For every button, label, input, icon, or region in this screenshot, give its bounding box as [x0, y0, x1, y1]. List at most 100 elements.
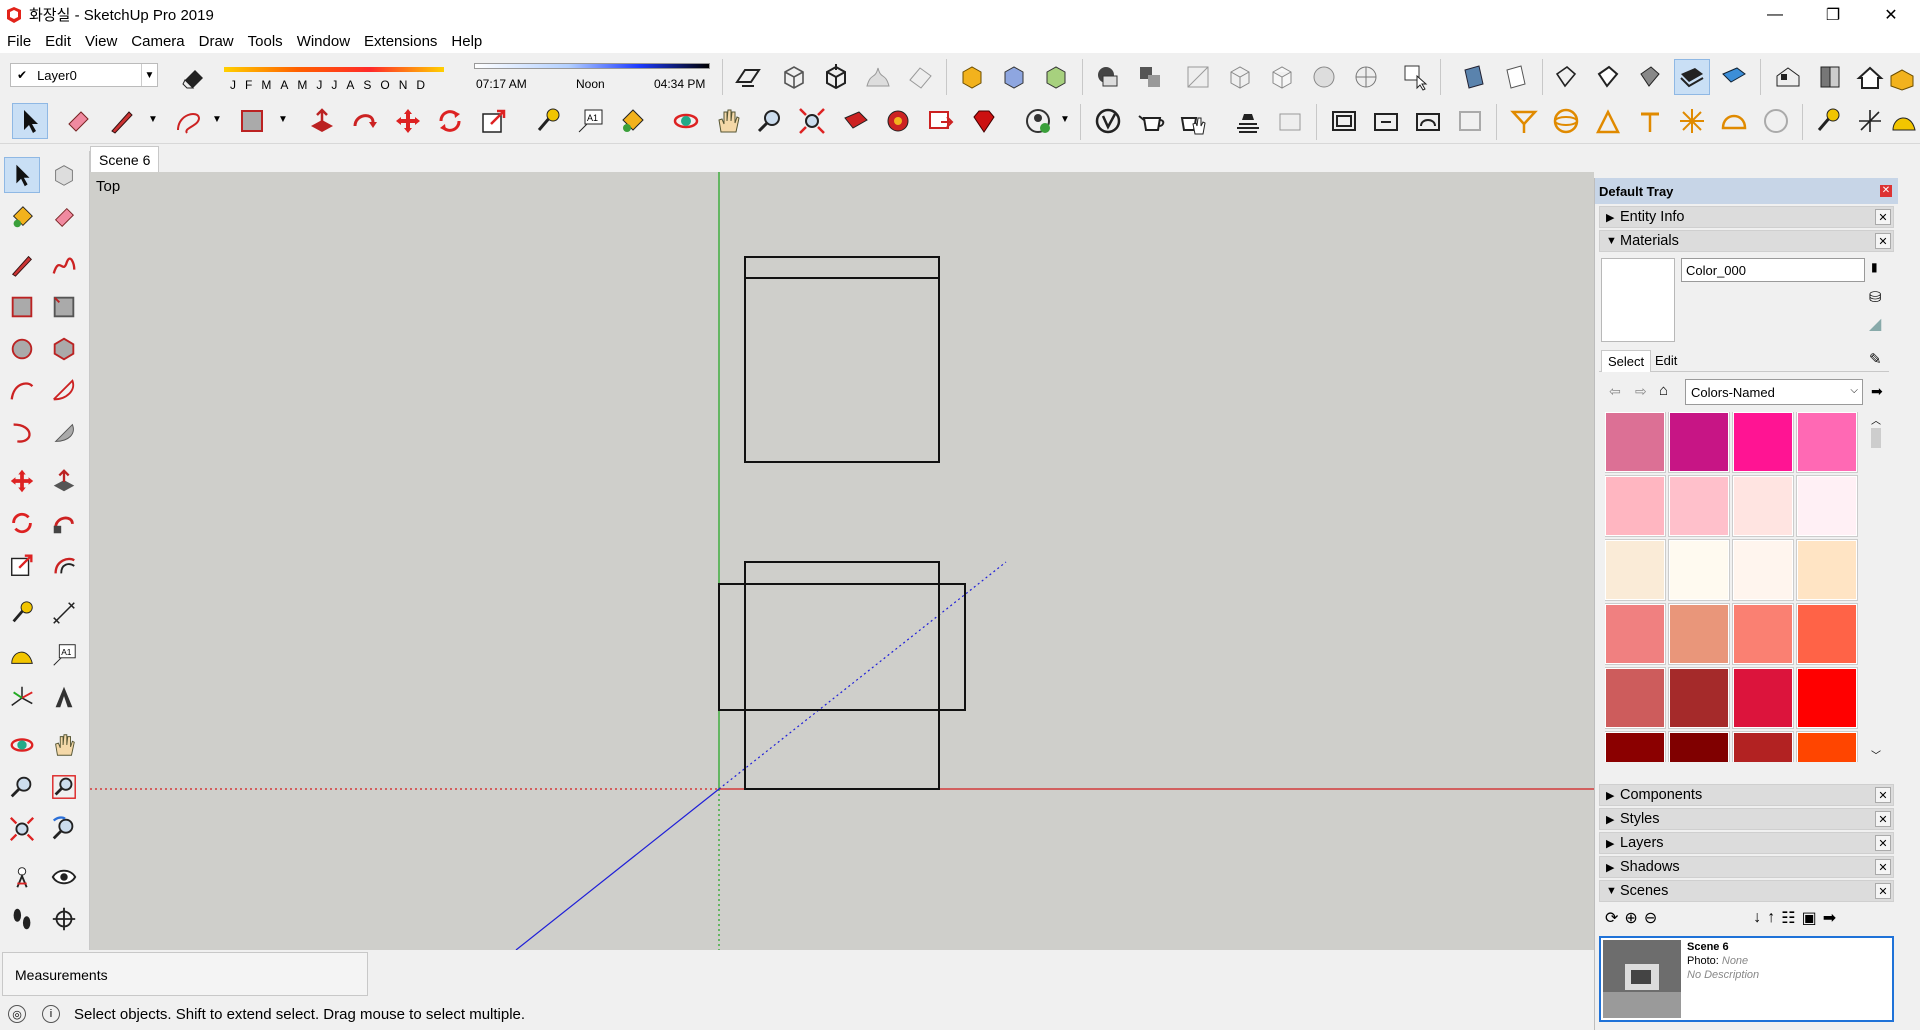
rect-light-button[interactable]	[1326, 103, 1362, 139]
home-icon[interactable]: ⌂	[1659, 382, 1668, 399]
text-tool-button[interactable]: A1	[572, 103, 608, 139]
frame-buffer-button[interactable]	[1230, 103, 1266, 139]
material-swatch[interactable]	[1605, 667, 1666, 729]
render-button[interactable]	[1134, 103, 1170, 139]
material-swatch[interactable]	[1668, 603, 1730, 665]
material-swatch[interactable]	[1732, 603, 1794, 665]
rotate-tool-button[interactable]	[432, 103, 468, 139]
panel-close-icon[interactable]: ✕	[1875, 883, 1891, 899]
face-style-button[interactable]	[1498, 59, 1534, 95]
panel-scenes[interactable]: ▼ Scenes ✕	[1599, 880, 1894, 902]
spot-light-button[interactable]	[1506, 103, 1542, 139]
push-pull-tool-button[interactable]	[304, 103, 340, 139]
scroll-up-icon[interactable]: ︿	[1871, 412, 1881, 427]
pie-tool[interactable]	[46, 415, 82, 451]
move-scene-down-icon[interactable]: ↓	[1753, 909, 1761, 927]
zoom-tool-button[interactable]	[752, 103, 788, 139]
scale-tool-button[interactable]	[476, 103, 512, 139]
3d-text-tool[interactable]	[46, 679, 82, 715]
zoom-tool[interactable]	[4, 769, 40, 805]
move-tool-button[interactable]	[390, 103, 426, 139]
material-swatch[interactable]	[1605, 603, 1666, 665]
menu-view[interactable]: View	[78, 33, 124, 50]
back-edges-button[interactable]	[1456, 59, 1492, 95]
menu-edit[interactable]: Edit	[38, 33, 78, 50]
paint-bucket-tool-button[interactable]	[614, 103, 650, 139]
shaded-style-button[interactable]	[1306, 59, 1342, 95]
window-light-button[interactable]	[1368, 103, 1404, 139]
arc-tool-button[interactable]	[170, 103, 206, 139]
textured-style-button[interactable]	[1348, 59, 1384, 95]
chevron-down-icon[interactable]: ▼	[148, 114, 158, 125]
zoom-window-tool[interactable]	[46, 769, 82, 805]
3-point-arc-tool[interactable]	[4, 415, 40, 451]
layer-dropdown[interactable]: ✔ Layer0 ▼	[10, 63, 158, 87]
batch-render-button[interactable]	[1272, 103, 1308, 139]
scroll-down-icon[interactable]: ﹀	[1871, 747, 1881, 762]
geolocation-icon[interactable]: ◎	[8, 1005, 26, 1023]
iso-view-button[interactable]	[776, 59, 812, 95]
monochrome-style-button[interactable]	[1398, 59, 1434, 95]
panel-styles[interactable]: ▶ Styles ✕	[1599, 808, 1894, 830]
rotate-tool[interactable]	[4, 505, 40, 541]
tape-measure-tool-button[interactable]	[530, 103, 566, 139]
restore-button[interactable]: ❐	[1804, 0, 1862, 29]
xray-style-button[interactable]	[1180, 59, 1216, 95]
eraser-tool-button[interactable]	[60, 103, 96, 139]
depth-cue-button[interactable]	[1632, 59, 1668, 95]
material-swatch[interactable]	[1796, 412, 1858, 473]
panel-close-icon[interactable]: ✕	[1875, 835, 1891, 851]
vray-button[interactable]	[1090, 103, 1126, 139]
rectangle-tool[interactable]	[4, 289, 40, 325]
line-tool[interactable]	[4, 247, 40, 283]
extension-button[interactable]	[1674, 59, 1710, 95]
shadow-date-slider[interactable]: J F M A M J J A S O N D	[224, 61, 454, 95]
back-arrow-icon[interactable]: ⇦	[1609, 383, 1621, 400]
wireframe-style-button[interactable]	[1222, 59, 1258, 95]
solid-union-button[interactable]	[954, 59, 990, 95]
make-component-tool[interactable]	[46, 157, 82, 193]
material-swatch[interactable]	[1668, 539, 1730, 601]
eyedropper-icon[interactable]: ✎	[1869, 350, 1882, 368]
scroll-thumb[interactable]	[1871, 428, 1881, 448]
swatch-scrollbar[interactable]: ︿ ﹀	[1869, 412, 1883, 762]
material-swatch[interactable]	[1732, 475, 1794, 537]
tab-edit[interactable]: Edit	[1649, 350, 1683, 372]
solid-subtract-button[interactable]	[1038, 59, 1074, 95]
panel-close-icon[interactable]: ✕	[1875, 233, 1891, 249]
menu-extensions[interactable]: Extensions	[357, 33, 444, 50]
arc-tool[interactable]	[4, 373, 40, 409]
panel-close-icon[interactable]: ✕	[1875, 787, 1891, 803]
interactive-render-button[interactable]	[1174, 103, 1210, 139]
hidden-line-style-button[interactable]	[1264, 59, 1300, 95]
panel-materials[interactable]: ▼ Materials ✕	[1599, 230, 1894, 252]
material-swatch[interactable]	[1732, 667, 1794, 729]
panel-shadows[interactable]: ▶ Shadows ✕	[1599, 856, 1894, 878]
refresh-icon[interactable]: ⟳	[1605, 908, 1618, 928]
rotated-rectangle-tool[interactable]	[46, 289, 82, 325]
share-model-button[interactable]	[922, 103, 958, 139]
ies-light-button[interactable]	[1632, 103, 1668, 139]
dome-light-button[interactable]	[1410, 103, 1446, 139]
sphere-light-button[interactable]	[1548, 103, 1584, 139]
material-swatch[interactable]	[1668, 475, 1730, 537]
sandbox-button[interactable]	[902, 59, 938, 95]
material-swatch[interactable]	[1796, 539, 1858, 601]
chevron-down-icon[interactable]: ▼	[1060, 114, 1070, 125]
layer-manager-button[interactable]	[176, 59, 212, 95]
axes-tool[interactable]	[4, 679, 40, 715]
tab-select[interactable]: Select	[1601, 350, 1652, 372]
material-swatch[interactable]	[1605, 539, 1666, 601]
scale-tool[interactable]	[4, 547, 40, 583]
select-tool-button[interactable]	[12, 103, 48, 139]
info-icon[interactable]: i	[42, 1005, 60, 1023]
edges-button[interactable]	[1548, 59, 1584, 95]
minimize-button[interactable]: —	[1746, 0, 1804, 29]
thumbnail-icon[interactable]: ▣	[1802, 908, 1817, 928]
protractor-button[interactable]	[1886, 103, 1920, 139]
follow-me-tool[interactable]	[46, 505, 82, 541]
terrain-button[interactable]	[860, 59, 896, 95]
panel-layers[interactable]: ▶ Layers ✕	[1599, 832, 1894, 854]
extension-warehouse-button[interactable]	[1852, 59, 1888, 95]
forward-arrow-icon[interactable]: ⇨	[1635, 383, 1647, 400]
